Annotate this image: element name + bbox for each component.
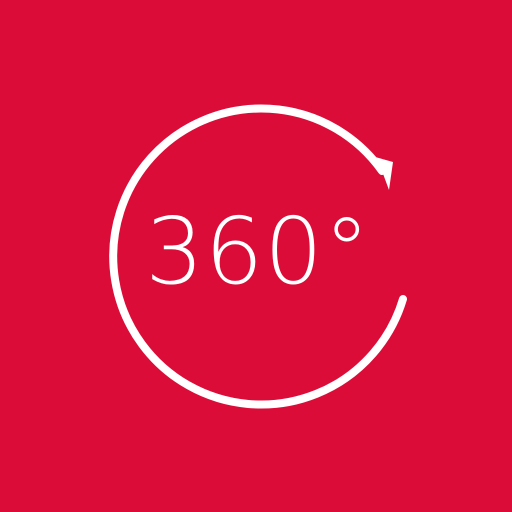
rotation-icon-canvas: 360° xyxy=(109,104,407,409)
app-icon-360: 360° xyxy=(0,0,512,512)
rotation-label: 360° xyxy=(145,198,371,305)
